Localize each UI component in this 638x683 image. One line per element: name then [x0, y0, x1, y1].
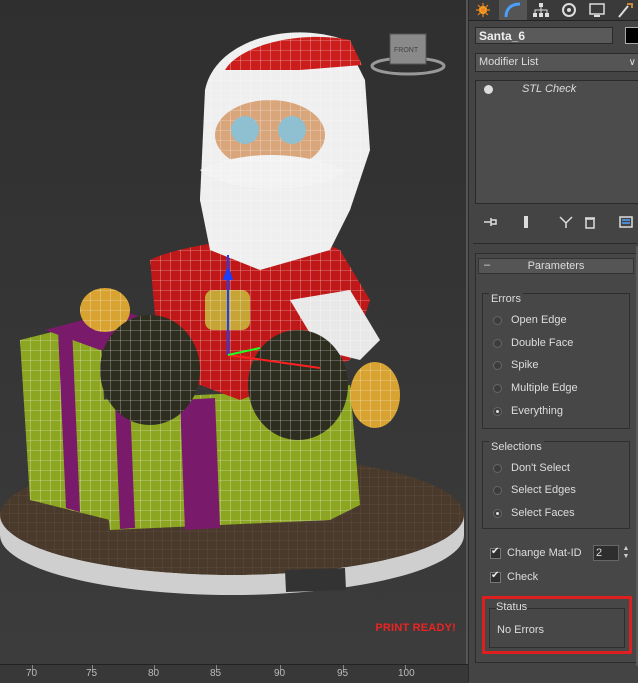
pin-stack-button[interactable]: [479, 212, 501, 232]
radio-label: Don't Select: [511, 462, 570, 474]
svg-text:FRONT: FRONT: [394, 47, 419, 54]
check-checkbox[interactable]: [490, 570, 501, 583]
radio-button[interactable]: [493, 486, 502, 495]
radio-label: Select Faces: [511, 507, 575, 519]
chevron-down-icon: ∨: [628, 57, 636, 68]
mat-id-spinner[interactable]: 2 ▲ ▼: [593, 545, 631, 561]
parameters-rollout-header[interactable]: – Parameters: [478, 258, 634, 274]
radio-button[interactable]: [493, 316, 502, 325]
status-group-title: Status: [496, 601, 528, 613]
radio-label: Multiple Edge: [511, 382, 578, 394]
remove-modifier-button[interactable]: [579, 212, 601, 232]
errors-group: Errors Open Edge Double Face Spike Multi…: [482, 293, 630, 429]
radio-label: Double Face: [511, 337, 574, 349]
display-tab[interactable]: [583, 0, 611, 20]
selections-group-title: Selections: [489, 441, 544, 453]
create-tab[interactable]: [469, 0, 497, 20]
viewport[interactable]: FRONT PRINT READY!: [0, 0, 468, 664]
check-label: Check: [507, 571, 539, 583]
lightbulb-icon[interactable]: [484, 85, 493, 94]
spinner-arrows-icon[interactable]: ▲ ▼: [621, 545, 631, 561]
ruler-tick-label: 95: [337, 668, 349, 679]
modifier-list-dropdown[interactable]: Modifier List ∨: [475, 53, 638, 72]
radio-button[interactable]: [493, 509, 502, 518]
mat-id-value[interactable]: 2: [593, 545, 619, 561]
change-mat-id-label: Change Mat-ID: [507, 547, 582, 559]
configure-icon: [619, 216, 633, 228]
ruler-tick-label: 80: [148, 668, 160, 679]
end-result-icon: [524, 216, 528, 228]
selections-group: Selections Don't Select Select Edges Sel…: [482, 441, 630, 529]
print-ready-label: PRINT READY!: [375, 622, 456, 634]
trash-icon: [585, 217, 595, 229]
hierarchy-icon: [533, 3, 549, 17]
object-name-field[interactable]: Santa_6: [475, 27, 613, 44]
radio-button[interactable]: [493, 407, 502, 416]
santa-model: FRONT: [0, 32, 464, 595]
ruler-tick-label: 100: [398, 668, 415, 679]
ruler-tick-label: 85: [210, 668, 222, 679]
make-unique-icon: [559, 216, 573, 228]
modify-icon: [504, 2, 521, 18]
make-unique-button[interactable]: [555, 212, 577, 232]
show-end-result-button[interactable]: [515, 212, 537, 232]
display-icon: [589, 3, 605, 17]
status-text: No Errors: [497, 624, 545, 636]
object-color-swatch[interactable]: [625, 27, 638, 44]
modify-tab[interactable]: [499, 0, 527, 20]
motion-icon: [562, 3, 576, 17]
status-highlight-box: Status No Errors: [482, 596, 632, 654]
pin-icon: [484, 218, 497, 226]
modifier-list-label: Modifier List: [479, 56, 539, 68]
motion-tab[interactable]: [555, 0, 583, 20]
ruler-tick-label: 90: [274, 668, 286, 679]
rollout-title: Parameters: [527, 260, 585, 272]
change-mat-id-checkbox[interactable]: [490, 546, 501, 559]
errors-group-title: Errors: [489, 293, 523, 305]
radio-button[interactable]: [493, 464, 502, 473]
stack-toolbar: [475, 212, 638, 232]
utilities-icon: [618, 3, 633, 18]
ruler-tick-label: 75: [86, 668, 98, 679]
radio-label: Open Edge: [511, 314, 567, 326]
radio-label: Spike: [511, 359, 539, 371]
radio-label: Everything: [511, 405, 563, 417]
ruler-tick-label: 70: [26, 668, 38, 679]
stack-item-stl-check[interactable]: STL Check: [480, 83, 630, 97]
stack-item-label: STL Check: [522, 83, 577, 95]
radio-button[interactable]: [493, 339, 502, 348]
configure-modifier-sets-button[interactable]: [615, 212, 637, 232]
timeline-ruler[interactable]: 70 75 80 85 90 95 100: [0, 664, 468, 683]
panel-divider: [473, 243, 637, 244]
command-panel-tabs: [469, 0, 638, 21]
radio-button[interactable]: [493, 361, 502, 370]
hierarchy-tab[interactable]: [527, 0, 555, 20]
create-icon: [476, 3, 490, 17]
command-panel: Santa_6 Modifier List ∨ STL Check – Para…: [468, 0, 638, 682]
radio-button[interactable]: [493, 384, 502, 393]
utilities-tab[interactable]: [611, 0, 638, 20]
radio-label: Select Edges: [511, 484, 576, 496]
modifier-stack[interactable]: STL Check: [475, 80, 638, 204]
